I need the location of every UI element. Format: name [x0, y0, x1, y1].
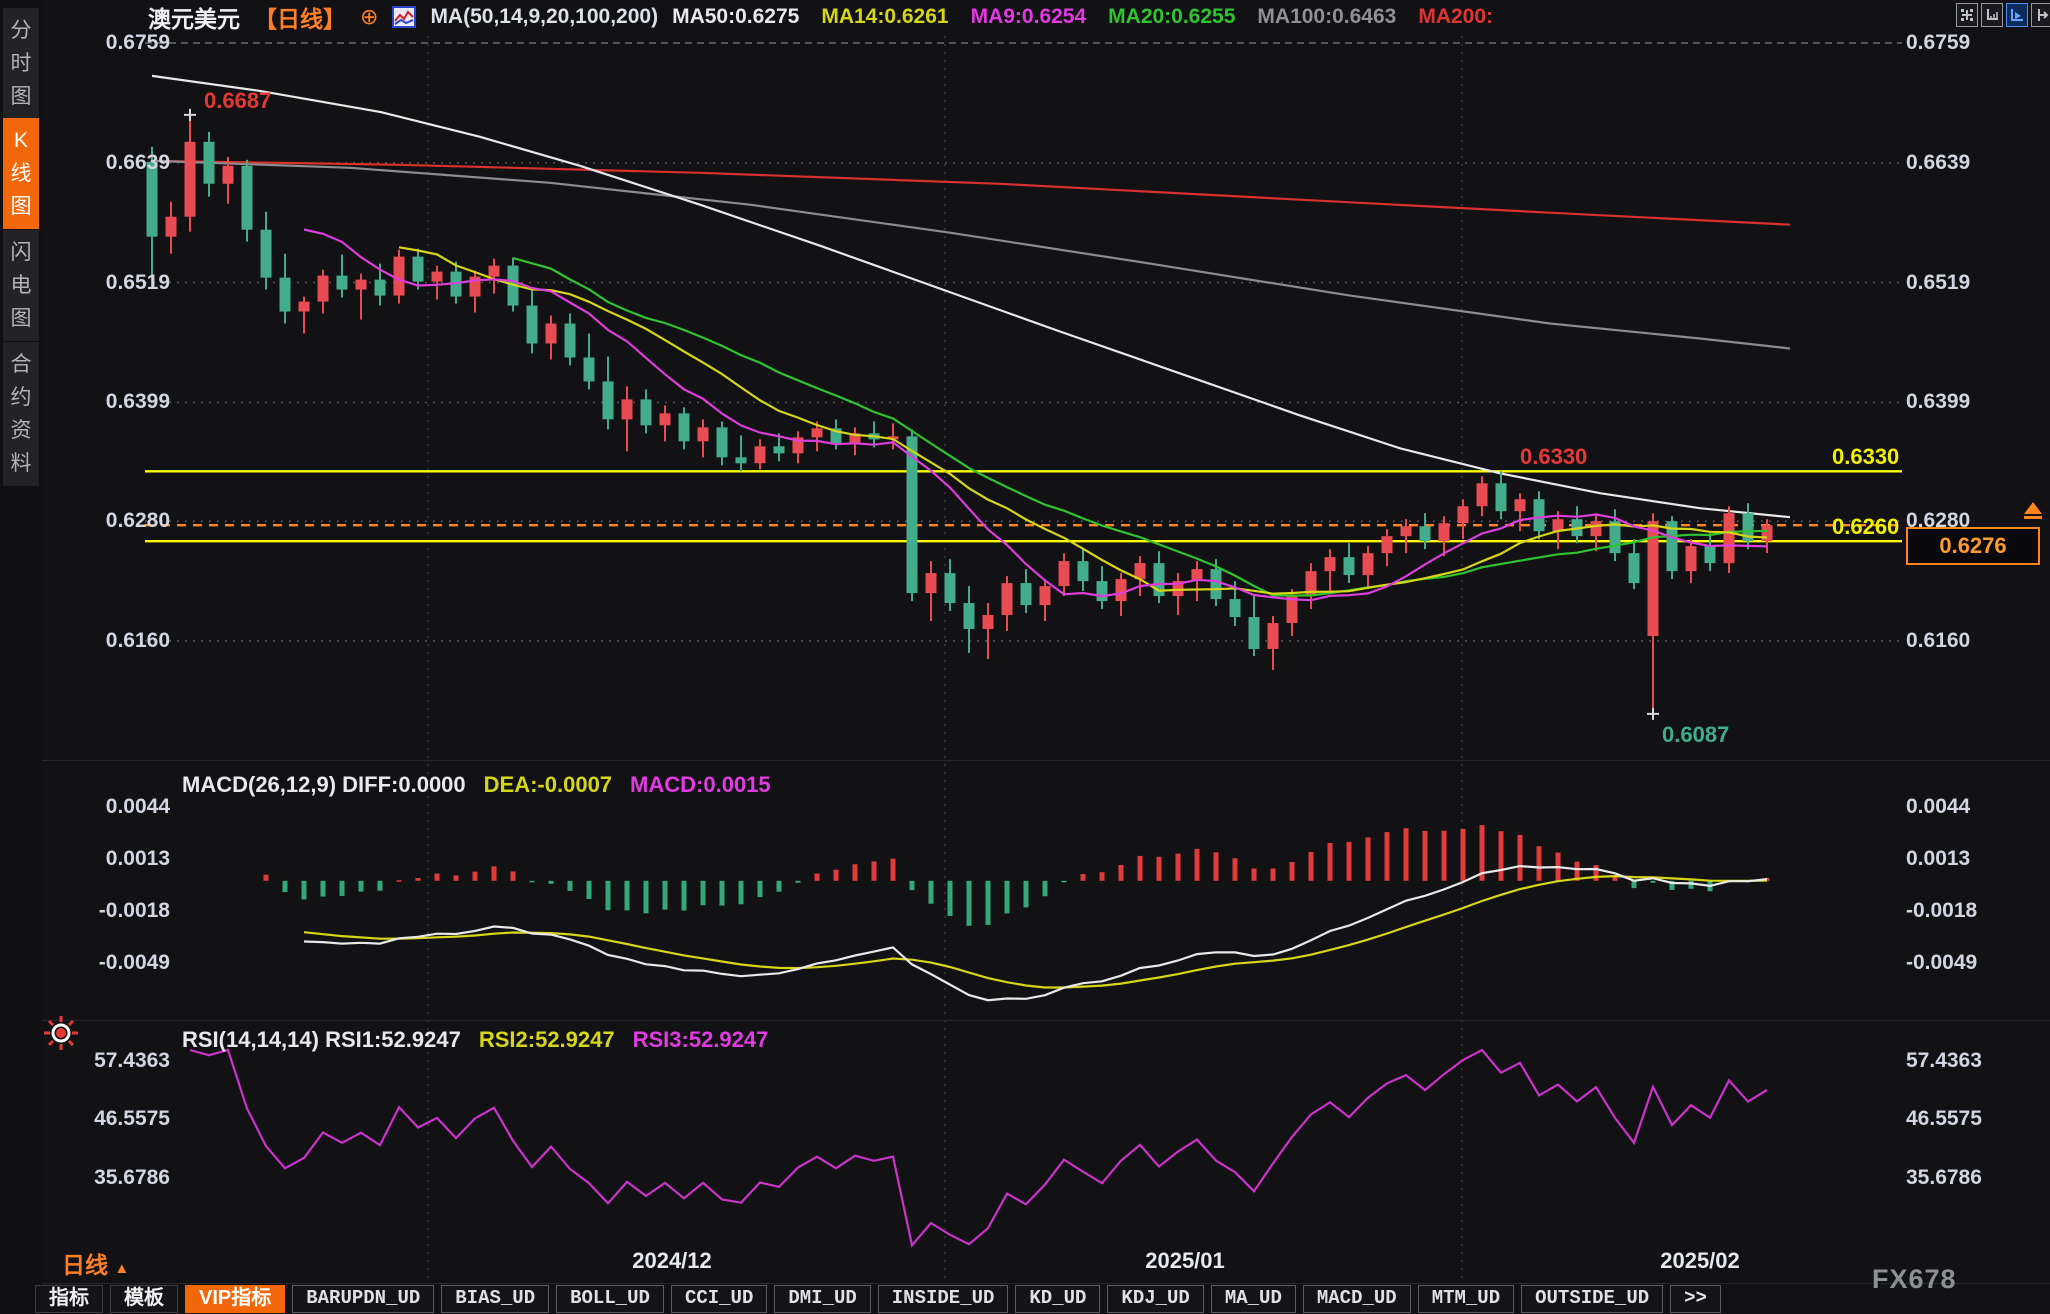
- date-label-0: 2024/12: [632, 1248, 712, 1274]
- rsi-tick-right-0: 57.4363: [1906, 1049, 2046, 1073]
- ma-legend-item-0: MA50:0.6275: [672, 5, 799, 29]
- ma-legend: MA50:0.6275 MA14:0.6261 MA9:0.6254 MA20:0.6…: [672, 5, 1493, 29]
- high-price-label: 0.6687: [204, 88, 271, 114]
- alert-indicator-icon[interactable]: [44, 1016, 78, 1050]
- ma-legend-item-5: MA200:: [1418, 5, 1493, 29]
- tab-vip指标[interactable]: VIP指标: [185, 1285, 285, 1313]
- macd-header: MACD(26,12,9) DIFF:0.0000 DEA:-0.0007 MA…: [182, 772, 771, 798]
- ma-legend-item-3: MA20:0.6255: [1108, 5, 1235, 29]
- rsi-header: RSI(14,14,14) RSI1:52.9247 RSI2:52.9247 …: [182, 1027, 768, 1053]
- tab-barupdn-ud[interactable]: BARUPDN_UD: [292, 1285, 434, 1313]
- tab-more[interactable]: >>: [1670, 1285, 1721, 1313]
- price-up-arrow-icon: [2022, 502, 2044, 524]
- macd-dea-label: DEA:-0.0007: [484, 772, 612, 798]
- last-price-box: 0.6276: [1906, 527, 2040, 565]
- macd-tick-right-0: 0.0044: [1906, 795, 2046, 819]
- chart-header: 澳元美元 【日线】 ⊕ MA(50,14,9,20,100,200) MA50:…: [148, 2, 1493, 32]
- left-sidebar: 分 时 图K 线 图闪 电 图合 约 资 料: [0, 0, 42, 1314]
- macd-tick-left-1: 0.0013: [46, 847, 170, 871]
- trading-app-window: 分 时 图K 线 图闪 电 图合 约 资 料 澳元美元 【日线】 ⊕ MA(50…: [0, 0, 2050, 1314]
- rsi-tick-left-1: 46.5575: [46, 1107, 170, 1131]
- axis-scale-icon[interactable]: [1981, 3, 2003, 27]
- caret-up-icon: ▲: [114, 1260, 129, 1277]
- price-tick-right-5: 0.6160: [1906, 629, 2046, 653]
- price-tick-left-5: 0.6160: [46, 629, 170, 653]
- resistance-right-label: 0.6330: [1832, 444, 1899, 470]
- price-tick-right-3: 0.6399: [1906, 390, 2046, 414]
- panel-separator: [0, 760, 2050, 761]
- sidebar-tab-2[interactable]: 闪 电 图: [3, 230, 39, 341]
- tab-mtm-ud[interactable]: MTM_UD: [1418, 1285, 1514, 1313]
- sidebar-tab-3[interactable]: 合 约 资 料: [3, 342, 39, 486]
- tab-boll-ud[interactable]: BOLL_UD: [556, 1285, 664, 1313]
- tab-cci-ud[interactable]: CCI_UD: [671, 1285, 767, 1313]
- period-tag[interactable]: 【日线】: [254, 0, 346, 34]
- price-tick-right-0: 0.6759: [1906, 31, 2046, 55]
- macd-tick-left-0: 0.0044: [46, 795, 170, 819]
- chart-canvas[interactable]: [0, 0, 2050, 1314]
- tab-bias-ud[interactable]: BIAS_UD: [441, 1285, 549, 1313]
- price-tick-right-1: 0.6639: [1906, 151, 2046, 175]
- rsi2-label: RSI2:52.9247: [479, 1027, 615, 1053]
- tab-outside-ud[interactable]: OUTSIDE_UD: [1521, 1285, 1663, 1313]
- macd-tick-left-3: -0.0049: [46, 951, 170, 975]
- support-right-label: 0.6260: [1832, 514, 1899, 540]
- brand-watermark: FX678: [1872, 1264, 1957, 1295]
- macd-tick-right-2: -0.0018: [1906, 899, 2046, 923]
- tab-模板[interactable]: 模板: [110, 1285, 178, 1313]
- ma-legend-item-1: MA14:0.6261: [821, 5, 948, 29]
- tab-kdj-ud[interactable]: KDJ_UD: [1107, 1285, 1203, 1313]
- macd-tick-left-2: -0.0018: [46, 899, 170, 923]
- tab-ma-ud[interactable]: MA_UD: [1211, 1285, 1296, 1313]
- date-label-1: 2025/01: [1145, 1248, 1225, 1274]
- ma-legend-item-4: MA100:0.6463: [1257, 5, 1396, 29]
- resistance-mid-label: 0.6330: [1520, 444, 1587, 470]
- add-indicator-icon[interactable]: ⊕: [360, 4, 378, 30]
- low-price-label: 0.6087: [1662, 722, 1729, 748]
- rsi3-label: RSI3:52.9247: [633, 1027, 769, 1053]
- price-tick-left-0: 0.6759: [46, 31, 170, 55]
- tab-指标[interactable]: 指标: [35, 1285, 103, 1313]
- grid-layout-icon[interactable]: [1956, 3, 1978, 27]
- sidebar-tab-1[interactable]: K 线 图: [3, 118, 39, 229]
- indicator-tabbar: 指标模板VIP指标BARUPDN_UDBIAS_UDBOLL_UDCCI_UDD…: [35, 1284, 1721, 1314]
- tab-inside-ud[interactable]: INSIDE_UD: [878, 1285, 1009, 1313]
- price-tick-right-2: 0.6519: [1906, 271, 2046, 295]
- period-selector[interactable]: 日线 ▲: [62, 1246, 129, 1280]
- price-tick-left-4: 0.6280: [46, 509, 170, 533]
- rsi-tick-right-2: 35.6786: [1906, 1166, 2046, 1190]
- tab-dmi-ud[interactable]: DMI_UD: [774, 1285, 870, 1313]
- chart-toolbar: [1956, 3, 2050, 27]
- candle-chart-icon[interactable]: [2006, 3, 2028, 27]
- macd-params-label: MACD(26,12,9) DIFF:0.0000: [182, 772, 466, 798]
- macd-tick-right-1: 0.0013: [1906, 847, 2046, 871]
- date-label-2: 2025/02: [1660, 1248, 1740, 1274]
- macd-tick-right-3: -0.0049: [1906, 951, 2046, 975]
- mini-chart-icon: [392, 6, 416, 28]
- macd-value-label: MACD:0.0015: [630, 772, 771, 798]
- ma-config-label: MA(50,14,9,20,100,200): [430, 5, 658, 29]
- rsi1-label: RSI(14,14,14) RSI1:52.9247: [182, 1027, 461, 1053]
- price-tick-left-1: 0.6639: [46, 151, 170, 175]
- rsi-tick-right-1: 46.5575: [1906, 1107, 2046, 1131]
- rsi-tick-left-2: 35.6786: [46, 1166, 170, 1190]
- symbol-title: 澳元美元: [148, 0, 240, 34]
- sidebar-tab-0[interactable]: 分 时 图: [3, 8, 39, 119]
- tab-kd-ud[interactable]: KD_UD: [1015, 1285, 1100, 1313]
- price-tick-left-2: 0.6519: [46, 271, 170, 295]
- pan-right-icon[interactable]: [2031, 3, 2050, 27]
- tab-macd-ud[interactable]: MACD_UD: [1303, 1285, 1411, 1313]
- ma-legend-item-2: MA9:0.6254: [971, 5, 1087, 29]
- rsi-tick-left-0: 57.4363: [46, 1049, 170, 1073]
- time-axis-row: 日线 ▲ 2024/12 2025/01 2025/02: [0, 1246, 2050, 1282]
- price-tick-left-3: 0.6399: [46, 390, 170, 414]
- panel-separator: [0, 1020, 2050, 1021]
